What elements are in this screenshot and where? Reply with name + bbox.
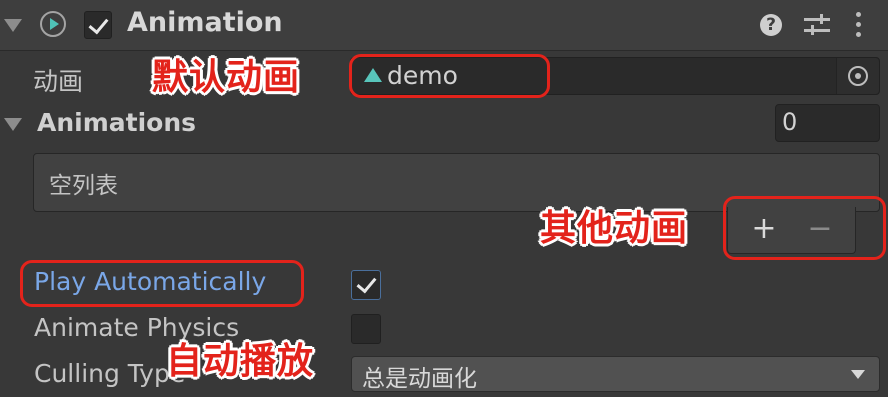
checkmark-icon (88, 13, 109, 35)
play-automatically-toggle[interactable] (351, 270, 381, 300)
presets-icon[interactable] (804, 12, 830, 38)
chevron-down-icon (851, 370, 865, 379)
annotation-highlight-list-buttons (723, 196, 886, 260)
annotation-other-animations: 其他动画 (540, 208, 689, 249)
fold-arrow-icon[interactable] (4, 19, 22, 32)
animate-physics-toggle[interactable] (351, 314, 381, 344)
list-empty-text: 空列表 (49, 173, 118, 199)
animations-label: Animations (37, 108, 197, 137)
culling-type-value: 总是动画化 (362, 366, 477, 392)
object-picker-button[interactable] (836, 58, 879, 94)
animations-size-field[interactable]: 0 (775, 104, 880, 142)
checkmark-icon (356, 272, 377, 294)
component-enable-checkbox[interactable] (84, 11, 112, 39)
annotation-auto-play: 自动播放 (166, 341, 315, 382)
object-picker-icon (848, 66, 868, 86)
component-title: Animation (127, 7, 283, 38)
annotation-default-animation: 默认动画 (152, 57, 301, 98)
help-icon[interactable]: ? (760, 14, 782, 36)
default-animation-label: 动画 (33, 67, 84, 96)
animations-fold-arrow-icon[interactable] (4, 118, 22, 131)
annotation-highlight-default-animation (349, 54, 550, 98)
component-header[interactable]: Animation ? (0, 0, 888, 51)
culling-type-dropdown[interactable]: 总是动画化 (351, 356, 880, 392)
culling-type-label: Culling Type (34, 359, 186, 388)
annotation-highlight-play-automatically (20, 260, 304, 307)
context-menu-icon[interactable] (853, 12, 863, 38)
animation-component-icon (40, 11, 66, 37)
animation-inspector: Animation ? 动画 demo Animations 0 空列表 + − (0, 0, 888, 397)
